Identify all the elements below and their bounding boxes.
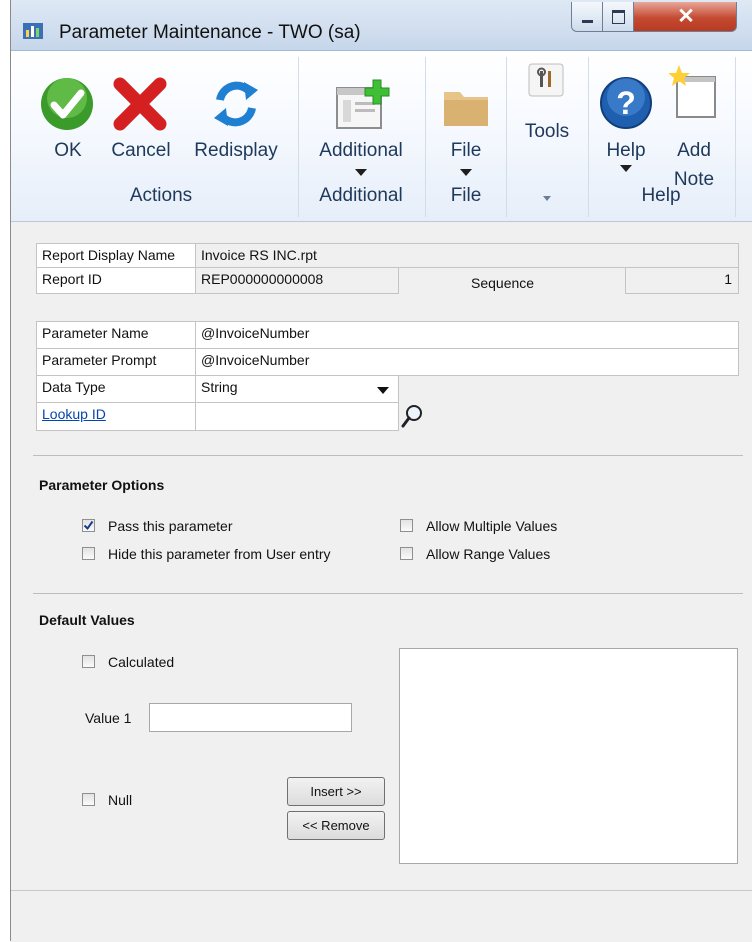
section-divider [33,593,743,594]
group-label-additional: Additional [319,185,403,206]
parameter-maintenance-window: Parameter Maintenance - TWO (sa) ✕ OK Ca… [10,0,752,942]
file-button[interactable]: File [433,74,499,184]
close-button[interactable]: ✕ [633,2,737,32]
minimize-icon [582,20,593,23]
report-id-field: REP000000000008 [195,267,399,294]
file-label: File [450,140,482,161]
folder-icon [444,92,488,126]
parameter-name-input[interactable]: @InvoiceNumber [195,321,739,349]
status-bar [11,890,752,942]
chevron-down-icon [543,196,551,201]
tools-label: Tools [524,121,570,142]
cancel-label: Cancel [111,140,171,161]
maximize-button[interactable] [602,2,634,32]
window-title: Parameter Maintenance - TWO (sa) [59,22,361,43]
pass-parameter-label: Pass this parameter [108,518,233,534]
svg-text:?: ? [616,85,636,121]
section-divider [33,455,743,456]
hide-parameter-checkbox[interactable] [82,547,95,560]
parameter-prompt-label: Parameter Prompt [36,348,196,376]
report-display-name-field: Invoice RS INC.rpt [195,243,739,268]
ribbon-separator [298,57,299,217]
sequence-value: 1 [724,271,732,287]
minimize-button[interactable] [571,2,603,32]
add-note-button[interactable]: Add Note [661,65,727,190]
cancel-x-icon [113,77,167,131]
group-label-file: File [450,185,482,206]
parameter-prompt-input[interactable]: @InvoiceNumber [195,348,739,376]
insert-button[interactable]: Insert >> [287,777,385,806]
additional-label: Additional [319,140,403,161]
tools-button[interactable]: Tools [514,63,580,217]
additional-window-icon [336,79,390,129]
ok-button[interactable]: OK [33,74,103,184]
report-id-label: Report ID [36,267,196,294]
redisplay-label: Redisplay [194,140,278,161]
value1-input[interactable] [149,703,352,732]
sequence-field: 1 [625,267,739,294]
remove-button[interactable]: << Remove [287,811,385,840]
chevron-down-icon [355,169,367,176]
lookup-id-input[interactable] [195,402,399,431]
dropdown-arrow-icon [377,387,389,394]
parameter-options-title: Parameter Options [39,477,165,493]
ribbon-separator [588,57,589,217]
additional-button[interactable]: Additional [307,74,415,184]
allow-multiple-values-checkbox[interactable] [400,519,413,532]
tools-icon [528,63,564,97]
group-label-actions: Actions [129,185,193,206]
parameter-name-label: Parameter Name [36,321,196,349]
cancel-button[interactable]: Cancel [106,74,176,184]
chevron-down-icon [460,169,472,176]
app-icon [23,23,43,39]
lookup-id-label-cell: Lookup ID [36,402,196,431]
data-type-select[interactable]: String [195,375,399,403]
calculated-checkbox[interactable] [82,655,95,668]
group-label-help: Help [641,185,681,206]
refresh-icon [214,81,258,127]
hide-parameter-label: Hide this parameter from User entry [108,546,331,562]
data-type-value: String [201,379,238,395]
checkmark-icon [41,78,93,130]
help-question-icon: ? [600,77,652,129]
checkmark-icon [83,520,94,531]
add-note-icon [669,65,716,118]
maximize-icon [612,10,625,24]
redisplay-button[interactable]: Redisplay [188,74,284,184]
ribbon-toolbar: OK Cancel Redisplay Actions Additional A… [11,51,752,222]
ribbon-separator [506,57,507,217]
chevron-down-icon [620,165,632,172]
calculated-label: Calculated [108,654,175,670]
pass-parameter-checkbox[interactable] [82,519,95,532]
ribbon-separator [425,57,426,217]
ribbon-separator [735,57,736,217]
value1-label: Value 1 [85,710,132,726]
close-icon: ✕ [677,5,695,28]
help-label: Help [606,140,646,161]
lookup-id-link[interactable]: Lookup ID [42,406,106,422]
null-checkbox[interactable] [82,793,95,806]
ok-label: OK [54,140,82,161]
add-note-label-line1: Add [677,140,711,161]
default-values-title: Default Values [39,612,135,628]
data-type-label: Data Type [36,375,196,403]
sequence-label: Sequence [471,275,535,291]
allow-range-values-checkbox[interactable] [400,547,413,560]
null-label: Null [108,792,133,808]
default-values-list[interactable] [399,648,738,864]
allow-range-values-label: Allow Range Values [426,546,551,562]
help-button[interactable]: ? Help [596,74,656,184]
title-bar: Parameter Maintenance - TWO (sa) ✕ [11,0,752,51]
lookup-search-icon[interactable] [400,403,424,429]
report-display-name-label: Report Display Name [36,243,196,268]
allow-multiple-values-label: Allow Multiple Values [426,518,558,534]
